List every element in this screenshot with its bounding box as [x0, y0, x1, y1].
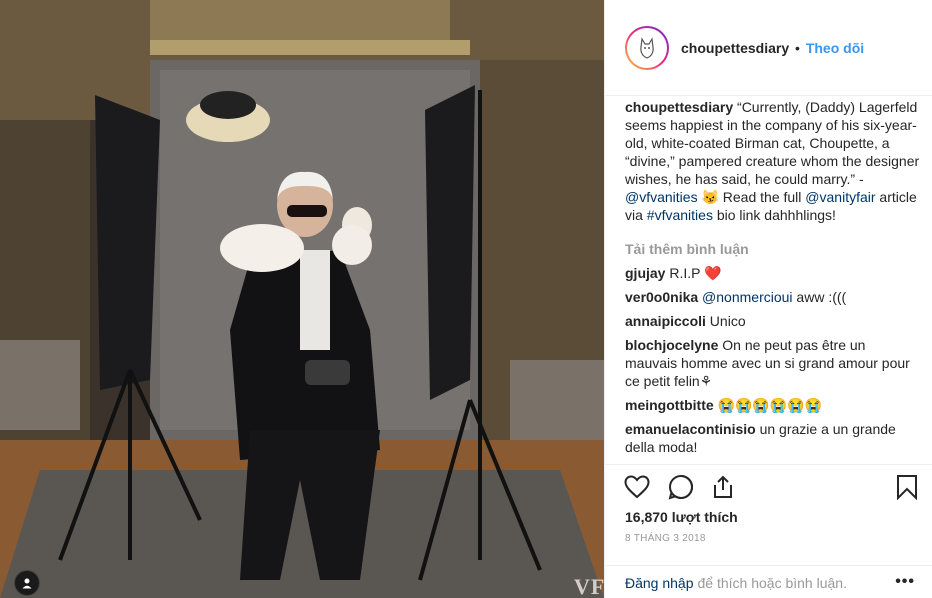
bookmark-icon[interactable]	[893, 473, 921, 501]
likes-count[interactable]: 16,870 lượt thích	[625, 509, 738, 525]
caption-text: 😼 Read the full	[697, 189, 806, 205]
comment-username[interactable]: gjujay	[625, 265, 665, 281]
comment-username[interactable]: annaipiccoli	[625, 313, 706, 329]
post-side-panel: choupettesdiary • Theo dõi choupettesdia…	[604, 0, 932, 598]
login-link[interactable]: Đăng nhập	[625, 575, 694, 591]
list-item: emanuelacontinisio un grazie a un grande…	[625, 420, 921, 456]
login-prompt: Đăng nhập để thích hoặc bình luận.	[605, 565, 932, 598]
list-item: ver0o0nika @nonmercioui aww :(((	[625, 288, 921, 306]
header-separator: •	[795, 39, 800, 56]
share-icon[interactable]	[709, 473, 737, 501]
follow-button[interactable]: Theo dõi	[806, 40, 864, 56]
comments-list[interactable]: choupettesdiary “Currently, (Daddy) Lage…	[625, 98, 921, 464]
post-actions: 16,870 lượt thích 8 THÁNG 3 2018 Đăng nh…	[605, 464, 932, 598]
comment-username[interactable]: ver0o0nika	[625, 289, 698, 305]
post-header: choupettesdiary • Theo dõi	[605, 0, 932, 96]
comment-text: 😭😭😭😭😭😭	[713, 397, 823, 413]
comment-icon[interactable]	[667, 473, 695, 501]
cat-avatar-icon	[640, 36, 654, 59]
post-date: 8 THÁNG 3 2018	[625, 533, 706, 544]
comment-username[interactable]: meingottbitte	[625, 397, 714, 413]
mention-link[interactable]: @vfvanities	[625, 189, 698, 205]
post-photo[interactable]: VF	[0, 0, 604, 598]
photo-illustration	[0, 0, 604, 598]
login-prompt-text: để thích hoặc bình luận.	[697, 574, 847, 591]
load-more-comments-button[interactable]: Tải thêm bình luận	[625, 240, 921, 258]
comment-text: Unico	[705, 313, 746, 329]
caption-username[interactable]: choupettesdiary	[625, 99, 733, 115]
comment-text: R.I.P ❤️	[665, 265, 722, 281]
list-item: meingottbitte 😭😭😭😭😭😭	[625, 396, 921, 414]
more-options-button[interactable]: •••	[895, 573, 915, 591]
caption-text: bio link dahhhlings!	[712, 207, 836, 223]
post-caption: choupettesdiary “Currently, (Daddy) Lage…	[625, 98, 921, 224]
user-tag-icon[interactable]	[14, 570, 40, 596]
header-username[interactable]: choupettesdiary	[681, 40, 789, 56]
action-icon-row	[621, 473, 921, 501]
list-item: blochjocelyne On ne peut pas être un mau…	[625, 336, 921, 390]
photo-watermark: VF	[574, 574, 604, 598]
comment-username[interactable]: blochjocelyne	[625, 337, 718, 353]
heart-icon[interactable]	[623, 473, 651, 501]
hashtag-link[interactable]: #vfvanities	[647, 207, 713, 223]
list-item: annaipiccoli Unico	[625, 312, 921, 330]
comment-text: aww :(((	[792, 289, 847, 305]
mention-link[interactable]: @nonmercioui	[698, 289, 793, 305]
list-item: gjujay R.I.P ❤️	[625, 264, 921, 282]
comment-username[interactable]: emanuelacontinisio	[625, 421, 756, 437]
mention-link[interactable]: @vanityfair	[805, 189, 875, 205]
avatar[interactable]	[625, 25, 669, 70]
